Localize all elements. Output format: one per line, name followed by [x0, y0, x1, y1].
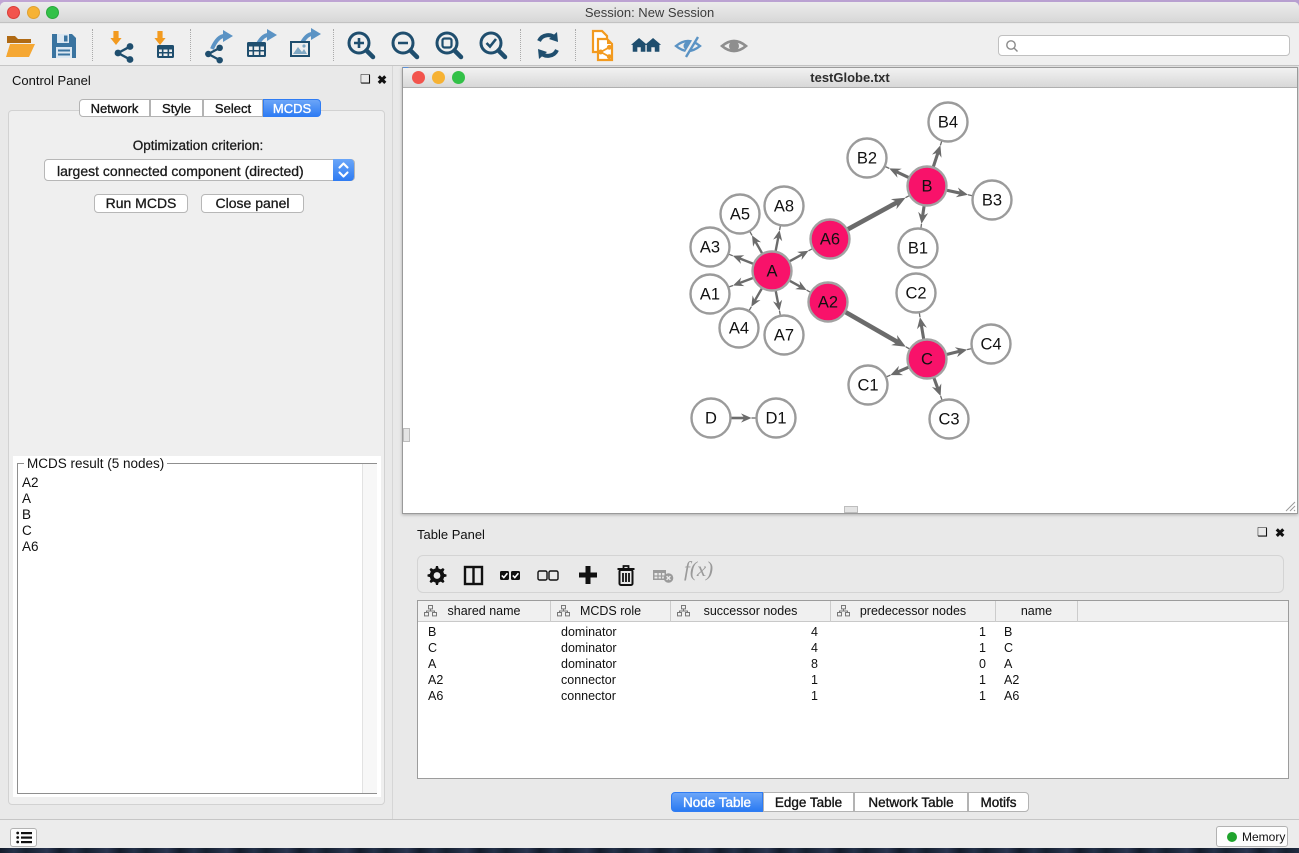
svg-text:B3: B3 [982, 192, 1002, 210]
svg-text:A2: A2 [818, 294, 838, 312]
svg-text:B: B [921, 178, 932, 196]
svg-text:C4: C4 [980, 336, 1001, 354]
svg-text:A8: A8 [774, 198, 794, 216]
svg-text:B4: B4 [938, 114, 958, 132]
svg-text:A: A [766, 263, 777, 281]
svg-text:D: D [705, 410, 717, 428]
svg-text:A4: A4 [729, 320, 749, 338]
svg-text:A6: A6 [820, 231, 840, 249]
svg-text:A5: A5 [730, 206, 750, 224]
svg-text:C3: C3 [938, 411, 959, 429]
svg-text:A1: A1 [700, 286, 720, 304]
svg-text:C1: C1 [857, 377, 878, 395]
svg-text:A7: A7 [774, 327, 794, 345]
svg-text:C2: C2 [905, 285, 926, 303]
svg-text:D1: D1 [765, 410, 786, 428]
svg-text:B2: B2 [857, 150, 877, 168]
svg-text:A3: A3 [700, 239, 720, 257]
svg-text:B1: B1 [908, 240, 928, 258]
svg-text:C: C [921, 351, 933, 369]
